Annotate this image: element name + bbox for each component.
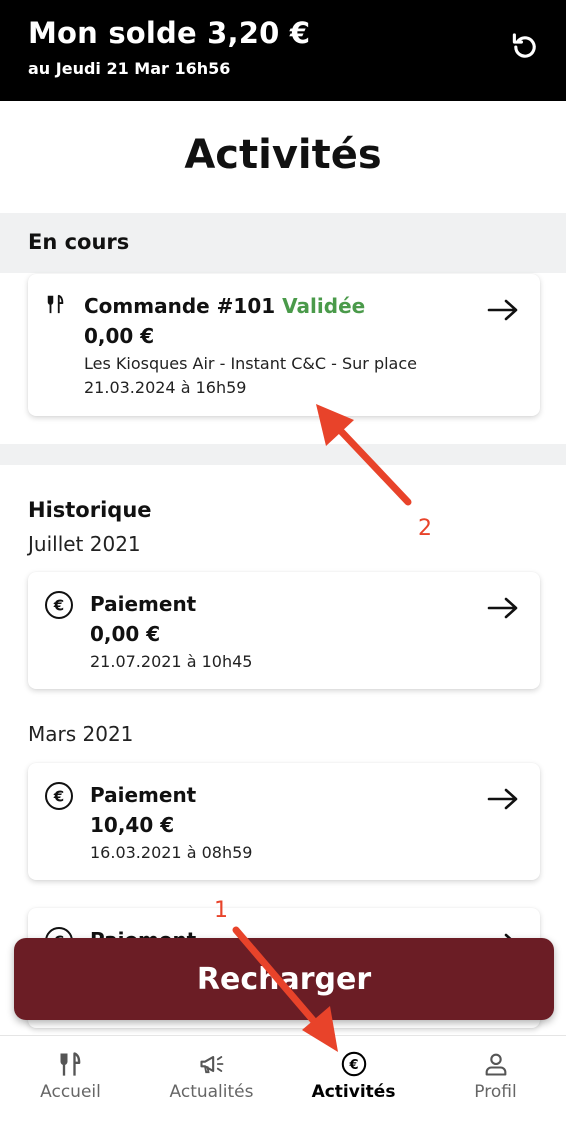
payment-datetime: 16.03.2021 à 08h59 [90,843,253,862]
nav-label: Actualités [169,1082,254,1102]
euro-circle-icon: € [45,591,73,619]
arrow-right-icon[interactable] [486,298,520,322]
nav-item-actualites[interactable]: Actualités [141,1036,282,1122]
page-title: Activités [184,132,382,178]
annotation-label-2: 2 [418,516,432,541]
svg-text:€: € [53,788,64,806]
order-title: Commande #101 [84,294,276,318]
svg-text:€: € [348,1058,358,1073]
cutlery-icon [47,294,64,314]
payment-card[interactable]: € Paiement 0,00 € 21.07.2021 à 10h45 [28,572,540,689]
nav-label: Profil [474,1082,517,1102]
payment-amount: 0,00 € [90,622,161,646]
svg-text:€: € [53,597,64,615]
cutlery-icon [60,1052,81,1076]
arrow-right-icon[interactable] [486,596,520,620]
bottom-nav: Accueil Actualités € Activités Profil [0,1035,566,1122]
order-status: Validée [282,294,366,318]
payment-title: Paiement [90,592,197,616]
current-order-card[interactable]: Commande #101 Validée 0,00 € Les Kiosque… [28,274,540,416]
refresh-icon[interactable] [508,30,542,64]
user-icon [485,1053,507,1076]
month-label: Mars 2021 [28,722,134,746]
history-section-label: Historique [28,498,152,522]
arrow-right-icon[interactable] [486,787,520,811]
current-section-label: En cours [28,230,130,254]
annotation-label-1: 1 [214,898,228,923]
nav-label: Activités [311,1082,396,1102]
nav-item-accueil[interactable]: Accueil [0,1036,141,1122]
order-datetime: 21.03.2024 à 16h59 [84,378,247,397]
balance-header: Mon solde 3,20 € au Jeudi 21 Mar 16h56 [0,0,566,101]
payment-card[interactable]: € Paiement 10,40 € 16.03.2021 à 08h59 [28,763,540,880]
history-section-band [0,444,566,465]
nav-item-profil[interactable]: Profil [425,1036,566,1122]
order-location: Les Kiosques Air - Instant C&C - Sur pla… [84,354,417,373]
recharge-button[interactable]: Recharger [14,938,554,1020]
nav-label: Accueil [40,1082,101,1102]
payment-title: Paiement [90,783,197,807]
balance-date: au Jeudi 21 Mar 16h56 [28,59,231,78]
nav-item-activites[interactable]: € Activités [283,1036,424,1122]
balance-amount: Mon solde 3,20 € [28,16,311,50]
payment-datetime: 21.07.2021 à 10h45 [90,652,253,671]
euro-circle-icon: € [45,782,73,810]
month-label: Juillet 2021 [28,532,141,556]
payment-amount: 10,40 € [90,813,175,837]
order-amount: 0,00 € [84,324,155,348]
megaphone-icon [200,1055,224,1074]
euro-circle-icon: € [341,1051,367,1077]
